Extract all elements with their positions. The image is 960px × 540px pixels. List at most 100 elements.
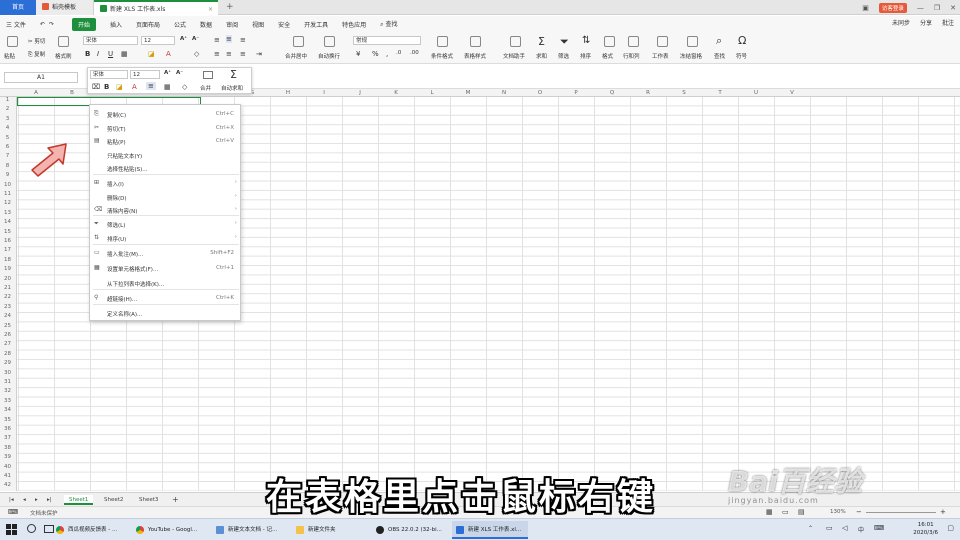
row-header[interactable]: 38 <box>0 445 15 451</box>
sum-icon[interactable]: Σ <box>538 35 545 48</box>
zoom-level[interactable]: 130% <box>830 509 846 515</box>
context-menu-item[interactable]: ⎘ 复制(C) Ctrl+C <box>90 108 242 120</box>
row-header[interactable]: 15 <box>0 229 15 235</box>
row-header[interactable]: 20 <box>0 276 15 282</box>
italic-icon[interactable]: I <box>97 50 99 58</box>
view-break-icon[interactable]: ▤ <box>798 508 805 516</box>
worksheet-button[interactable]: 工作表 <box>652 52 669 60</box>
format-button[interactable]: 格式 <box>602 52 613 60</box>
decrease-decimal-icon[interactable]: .00 <box>410 50 419 56</box>
row-header[interactable]: 25 <box>0 323 15 329</box>
column-header[interactable]: U <box>738 90 774 96</box>
row-header[interactable]: 29 <box>0 360 15 366</box>
clear-format-icon[interactable]: ◇ <box>194 50 199 58</box>
currency-icon[interactable]: ¥ <box>356 50 360 58</box>
rows-cols-button[interactable]: 行和列 <box>623 52 640 60</box>
taskbar-clock[interactable]: 16:01 2020/3/6 <box>913 521 938 537</box>
sum-button[interactable]: 求和 <box>536 52 547 60</box>
underline-icon[interactable]: U <box>108 50 113 58</box>
context-menu-item[interactable]: ▤ 粘贴(P) Ctrl+V <box>90 135 242 147</box>
minimize-icon[interactable]: — <box>917 4 924 12</box>
share-button[interactable]: 分享 <box>920 18 932 27</box>
menu-review[interactable]: 审阅 <box>226 20 238 29</box>
row-header[interactable]: 23 <box>0 304 15 310</box>
sheet-tab-3[interactable]: Sheet3 <box>134 495 163 505</box>
row-header[interactable]: 40 <box>0 464 15 470</box>
row-header[interactable]: 31 <box>0 379 15 385</box>
menu-security[interactable]: 安全 <box>278 20 290 29</box>
freeze-panes-button[interactable]: 冻结窗格 <box>680 52 702 60</box>
row-header[interactable]: 41 <box>0 473 15 479</box>
doc-helper-icon[interactable] <box>510 36 521 47</box>
table-style-button[interactable]: 表格样式 <box>464 52 486 60</box>
tab-template[interactable]: 稻壳模板 <box>36 0 94 15</box>
row-header[interactable]: 12 <box>0 200 15 206</box>
rows-cols-icon[interactable] <box>628 36 639 47</box>
column-header[interactable]: S <box>666 90 702 96</box>
align-bottom-icon[interactable]: ≡ <box>240 36 246 44</box>
menu-data[interactable]: 数据 <box>200 20 212 29</box>
context-menu-item[interactable]: ▦ 设置单元格格式(F)... Ctrl+1 <box>90 262 242 274</box>
conditional-format-icon[interactable] <box>437 36 448 47</box>
row-header[interactable]: 28 <box>0 351 15 357</box>
network-icon[interactable]: ▭ <box>826 524 833 532</box>
menu-developer[interactable]: 开发工具 <box>304 20 328 29</box>
menu-insert[interactable]: 插入 <box>110 20 122 29</box>
tab-home[interactable]: 首页 <box>0 0 36 15</box>
row-header[interactable]: 13 <box>0 210 15 216</box>
doc-helper-button[interactable]: 文档助手 <box>503 52 525 60</box>
find-icon[interactable]: ⌕ <box>716 34 722 48</box>
row-header[interactable]: 39 <box>0 454 15 460</box>
sheet-nav-last-icon[interactable]: ▸| <box>42 495 57 505</box>
row-header[interactable]: 30 <box>0 370 15 376</box>
mini-align-icon[interactable]: ≡ <box>146 82 156 90</box>
fill-color-icon[interactable]: ◪ <box>148 50 155 58</box>
align-center-icon[interactable]: ≡ <box>226 50 232 58</box>
align-middle-icon[interactable]: ≡ <box>226 35 232 43</box>
row-header[interactable]: 37 <box>0 435 15 441</box>
ime-icon[interactable]: 中 <box>858 525 864 534</box>
tray-up-icon[interactable]: ⌃ <box>808 525 813 532</box>
context-menu-item[interactable]: ⏷ 筛选(L) › <box>90 218 242 230</box>
shrink-font-icon[interactable]: A⁻ <box>192 36 199 42</box>
row-header[interactable]: 21 <box>0 285 15 291</box>
taskbar-app-chrome-1[interactable]: 西瓜视频反馈表 - ... <box>52 521 128 539</box>
filter-icon[interactable]: ⏷ <box>560 35 569 49</box>
context-menu-item[interactable]: ⇅ 排序(U) › <box>90 232 242 244</box>
column-header[interactable]: K <box>378 90 414 96</box>
row-header[interactable]: 33 <box>0 398 15 404</box>
windows-start-icon[interactable] <box>6 524 17 535</box>
zoom-slider[interactable] <box>866 512 936 513</box>
bold-icon[interactable]: B <box>85 50 90 58</box>
menu-formula[interactable]: 公式 <box>174 20 186 29</box>
sheet-nav-next-icon[interactable]: ▸ <box>30 495 43 505</box>
context-menu-item[interactable]: 从下拉列表中选择(K)... <box>90 277 242 289</box>
column-header[interactable]: J <box>342 90 378 96</box>
mini-clear-icon[interactable]: ◇ <box>182 83 187 91</box>
taskbar-app-wps[interactable]: 新建 XLS 工作表.xl... <box>452 521 528 539</box>
row-header[interactable]: 16 <box>0 238 15 244</box>
column-header[interactable]: A <box>18 90 54 96</box>
taskbar-search-icon[interactable] <box>27 524 36 533</box>
maximize-icon[interactable]: ❐ <box>934 4 940 12</box>
row-header[interactable]: 42 <box>0 482 15 488</box>
row-header[interactable]: 1 <box>0 97 15 103</box>
row-header[interactable]: 36 <box>0 426 15 432</box>
sync-status[interactable]: 未同步 <box>892 18 910 27</box>
border-icon[interactable]: ▦ <box>121 50 128 58</box>
new-tab-icon[interactable]: + <box>226 0 234 15</box>
sheet-nav-prev-icon[interactable]: ◂ <box>18 495 31 505</box>
name-box[interactable]: A1 <box>4 72 78 83</box>
mini-bold-icon[interactable]: B <box>104 83 109 91</box>
wrap-text-icon[interactable] <box>324 36 335 47</box>
row-header[interactable]: 32 <box>0 388 15 394</box>
column-header[interactable]: O <box>522 90 558 96</box>
row-header[interactable]: 17 <box>0 247 15 253</box>
undo-icon[interactable]: ↶ <box>40 21 45 28</box>
sheet-nav-first-icon[interactable]: |◂ <box>4 495 19 505</box>
mini-grow-font-icon[interactable]: A⁺ <box>164 70 171 76</box>
row-header[interactable]: 9 <box>0 172 15 178</box>
menu-page-layout[interactable]: 页面布局 <box>136 20 160 29</box>
column-header[interactable]: B <box>54 90 90 96</box>
sheet-tab-2[interactable]: Sheet2 <box>99 495 128 505</box>
